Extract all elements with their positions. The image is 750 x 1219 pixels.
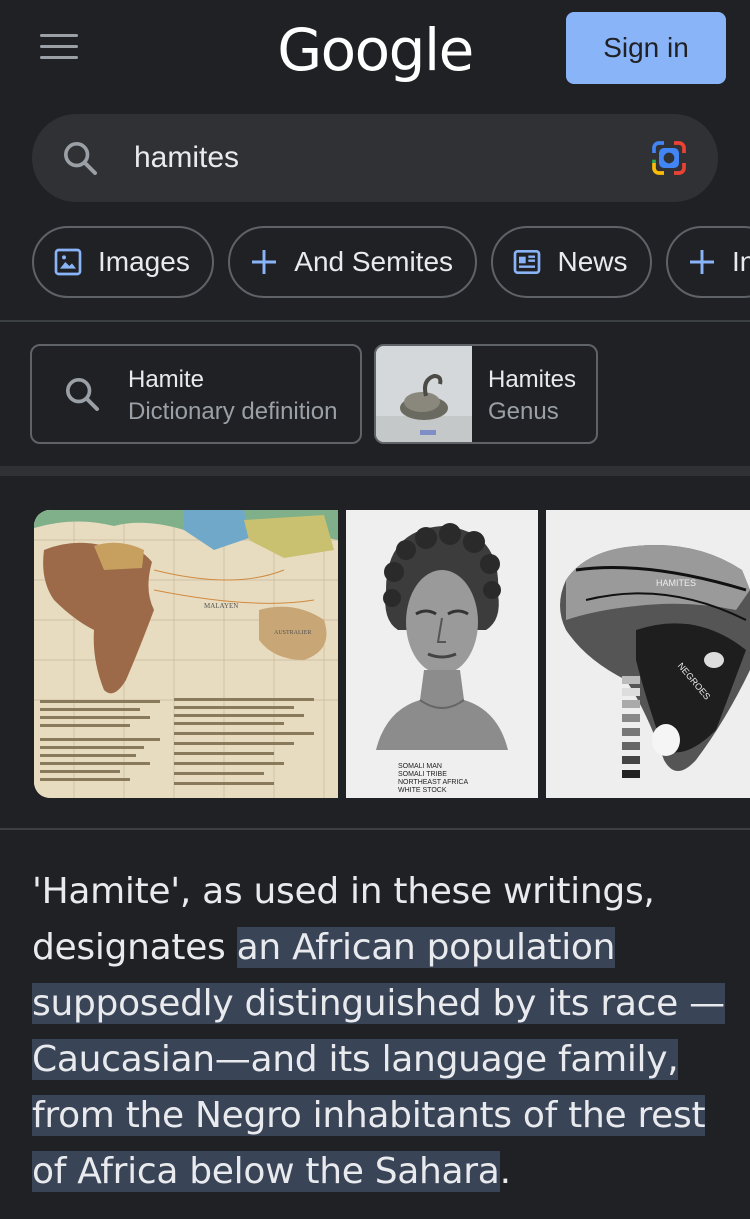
africa-race-map-image[interactable]: MALAYEN AUSTRALIER [34, 510, 338, 798]
africa-hamites-map-image[interactable]: HAMITES NEGROES [546, 510, 750, 798]
map-label: MALAYEN [204, 602, 238, 610]
header: Google Sign in [0, 0, 750, 100]
chip-and-semites[interactable]: And Semites [228, 226, 478, 298]
image-caption-line: NORTHEAST AFRICA [398, 779, 468, 786]
image-caption-line: WHITE STOCK [398, 787, 447, 794]
entity-subtitle: Genus [488, 398, 559, 425]
search-bar [32, 114, 718, 202]
image-caption-line: SOMALI TRIBE [398, 771, 447, 778]
chip-in[interactable]: In [665, 226, 750, 298]
image-icon [54, 248, 82, 276]
search-icon [66, 378, 99, 411]
plus-icon [689, 250, 714, 274]
snippet-text-end: . [499, 1151, 511, 1192]
entity-title: Hamite [128, 366, 205, 393]
filter-chips: Images And Semites News In [32, 226, 750, 298]
entity-card-hamite[interactable]: Hamite Dictionary definition [30, 344, 362, 444]
news-icon [514, 250, 541, 274]
image-results: MALAYEN AUSTRALIER SOMALI MAN SOMALI TRI… [34, 510, 750, 798]
search-input[interactable] [134, 132, 634, 184]
chip-label: News [557, 246, 628, 277]
chip-label: In [731, 246, 750, 277]
chip-label: And Semites [294, 246, 454, 277]
image-caption-line: SOMALI MAN [398, 763, 442, 770]
plus-icon [252, 250, 277, 274]
chip-images[interactable]: Images [32, 226, 214, 298]
somali-man-image[interactable]: SOMALI MAN SOMALI TRIBE NORTHEAST AFRICA… [346, 510, 538, 798]
chip-label: Images [98, 246, 190, 277]
map-label: AUSTRALIER [274, 630, 311, 636]
section-divider [0, 466, 750, 476]
divider [0, 320, 750, 322]
entity-card-hamites[interactable]: Hamites Genus [374, 344, 598, 444]
featured-snippet: 'Hamite', as used in these writings, des… [32, 864, 732, 1200]
map-label: HAMITES [656, 578, 696, 588]
entity-subtitle: Dictionary definition [128, 398, 338, 425]
google-lens-icon[interactable] [648, 138, 690, 178]
divider [0, 828, 750, 830]
sign-in-button[interactable]: Sign in [566, 12, 726, 84]
chip-news[interactable]: News [491, 226, 652, 298]
search-icon[interactable] [60, 138, 100, 178]
entity-title: Hamites [488, 366, 577, 393]
hamites-thumbnail-image [376, 346, 472, 442]
